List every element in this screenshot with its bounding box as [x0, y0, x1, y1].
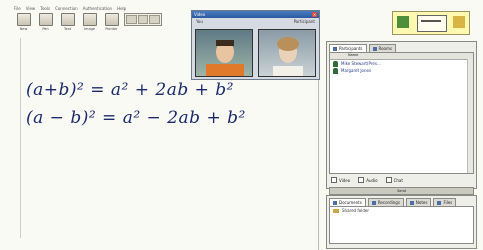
- documents-icon: [333, 200, 337, 205]
- company-logo: [392, 11, 470, 35]
- menu-help[interactable]: Help: [117, 6, 126, 11]
- shape-option[interactable]: [137, 15, 149, 24]
- menu-bar: File View Tools Connection Authenticatio…: [14, 4, 194, 12]
- checkbox-label: Audio: [366, 177, 378, 183]
- logo-mark-right: [453, 16, 465, 28]
- video-label-left: You: [196, 19, 203, 24]
- tab-label: Files: [443, 200, 453, 205]
- video-label-right: Participant: [293, 19, 315, 24]
- checkbox-label: Chat: [393, 177, 403, 183]
- scrollbar[interactable]: [467, 59, 473, 173]
- folder-icon: [333, 208, 339, 213]
- logo-emblem: [417, 15, 447, 32]
- tab-label: Notes: [415, 200, 428, 205]
- tool-text-button[interactable]: Text: [58, 13, 77, 35]
- tool-label: Image: [84, 27, 95, 31]
- tab-notes[interactable]: Notes: [405, 198, 432, 206]
- video-feed-right: [258, 29, 316, 77]
- chat-checkbox[interactable]: Chat: [385, 177, 403, 183]
- logo-mark-left: [397, 16, 409, 28]
- text-icon: [60, 13, 75, 26]
- shape-option[interactable]: [149, 15, 161, 24]
- list-item[interactable]: Mike Stewart(Pres...: [330, 60, 473, 67]
- documents-list[interactable]: Shared folder: [329, 206, 474, 244]
- documents-panel: Documents Recordings Notes Files Shared …: [326, 195, 477, 249]
- list-item[interactable]: Shared folder: [330, 207, 473, 214]
- tab-files[interactable]: Files: [433, 198, 457, 206]
- menu-tools[interactable]: Tools: [40, 6, 50, 11]
- tool-label: New: [19, 27, 28, 31]
- participants-list[interactable]: Name Mike Stewart(Pres... Margaret Jones: [329, 52, 474, 174]
- toolbar: New Pen Text Image Pointer: [14, 13, 186, 37]
- tab-participants[interactable]: Participants: [329, 44, 367, 52]
- column-header[interactable]: [330, 53, 345, 59]
- document-name: Shared folder: [342, 208, 369, 213]
- participant-name: Margaret Jones: [341, 68, 372, 73]
- shape-option[interactable]: [126, 15, 137, 24]
- tool-new-button[interactable]: New: [14, 13, 33, 35]
- menu-file[interactable]: File: [14, 6, 21, 11]
- list-header: Name: [330, 53, 473, 60]
- pen-icon: [38, 13, 53, 26]
- tool-pen-button[interactable]: Pen: [36, 13, 55, 35]
- participants-panel: Participants Rooms Name Mike Stewart(Pre…: [326, 41, 477, 195]
- menu-view[interactable]: View: [26, 6, 36, 11]
- video-checkbox[interactable]: Video: [331, 177, 350, 183]
- new-page-icon: [16, 13, 31, 26]
- image-icon: [82, 13, 97, 26]
- video-feed-left: [195, 29, 253, 77]
- pointer-icon: [104, 13, 119, 26]
- close-icon[interactable]: ×: [312, 12, 317, 17]
- tab-label: Recordings: [377, 200, 400, 205]
- menu-connection[interactable]: Connection: [55, 6, 78, 11]
- checkbox-box[interactable]: [358, 177, 365, 183]
- tool-label: Text: [63, 27, 72, 31]
- tool-image-button[interactable]: Image: [80, 13, 99, 35]
- tab-documents[interactable]: Documents: [329, 198, 366, 206]
- column-header[interactable]: Name: [345, 53, 358, 59]
- tab-recordings[interactable]: Recordings: [367, 198, 404, 206]
- tab-label: Participants: [339, 46, 363, 51]
- recordings-icon: [371, 200, 376, 205]
- video-window[interactable]: Video × You Participant: [191, 10, 320, 80]
- tool-label: Pointer: [105, 27, 118, 31]
- video-titlebar[interactable]: Video ×: [192, 11, 319, 18]
- checkbox-box[interactable]: [385, 177, 392, 183]
- user-icon: [333, 67, 338, 74]
- video-title: Video: [194, 12, 206, 17]
- user-icon: [333, 60, 338, 67]
- tool-label: Pen: [42, 27, 49, 31]
- menu-authentication[interactable]: Authentication: [83, 6, 112, 11]
- shape-picker[interactable]: [124, 13, 162, 26]
- whiteboard-margin-line: [20, 38, 21, 238]
- participant-name: Mike Stewart(Pres...: [341, 61, 381, 66]
- tab-rooms[interactable]: Rooms: [368, 44, 396, 52]
- notes-icon: [409, 200, 414, 205]
- person-video-right: [273, 37, 303, 76]
- checkbox-box[interactable]: [331, 177, 337, 183]
- list-item[interactable]: Margaret Jones: [330, 67, 473, 74]
- participants-icon: [333, 46, 337, 51]
- person-video-left: [206, 40, 244, 76]
- whiteboard-equation-1: (a+b)² = a² + 2ab + b²: [26, 80, 234, 100]
- send-button[interactable]: Send: [329, 187, 474, 195]
- tab-label: Documents: [339, 200, 362, 205]
- tab-label: Rooms: [378, 46, 392, 51]
- rooms-icon: [372, 46, 377, 51]
- files-icon: [437, 200, 442, 205]
- audio-checkbox[interactable]: Audio: [358, 177, 378, 183]
- checkbox-label: Video: [339, 177, 351, 183]
- whiteboard-equation-2: (a − b)² = a² − 2ab + b²: [26, 108, 246, 128]
- tool-pointer-button[interactable]: Pointer: [102, 13, 121, 35]
